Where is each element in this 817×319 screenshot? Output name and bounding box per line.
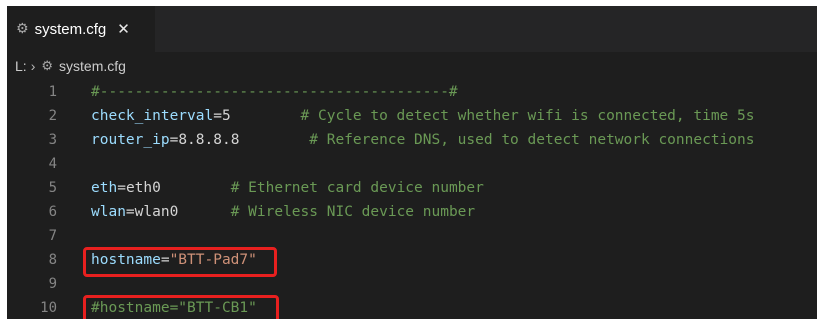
code-line[interactable]: 7 [7,224,817,248]
code-editor[interactable]: 1 #--------------------------------------… [7,80,817,319]
breadcrumb-file[interactable]: system.cfg [59,58,126,74]
editor-window: ⚙ system.cfg ✕ L: › ⚙ system.cfg 1 #-----… [7,6,817,319]
line-number: 5 [48,180,57,196]
padding [239,132,309,148]
line-code: router_ip=8.8.8.8 # Reference DNS, used … [91,128,754,152]
breadcrumb-drive[interactable]: L: [15,58,27,74]
line-number: 2 [48,108,57,124]
config-value: eth0 [125,180,161,196]
gear-icon: ⚙ [41,58,54,73]
line-number: 10 [40,300,57,316]
line-number: 1 [48,84,57,100]
line-number: 4 [48,156,57,172]
config-key: router_ip [91,132,170,148]
code-line[interactable]: 4 [7,152,817,176]
breadcrumb: L: › ⚙ system.cfg [7,52,817,80]
comment-text: # Ethernet card device number [230,180,484,196]
tab-bar: ⚙ system.cfg ✕ [7,6,817,52]
code-line[interactable]: 1 #--------------------------------------… [7,80,817,104]
line-number: 6 [48,204,57,220]
padding [231,108,301,124]
comment-text: # Reference DNS, used to detect network … [309,132,755,148]
chevron-right-icon: › [30,58,36,74]
line-code: wlan=wlan0 # Wireless NIC device number [91,200,475,224]
tab-label: system.cfg [34,20,107,38]
config-value: 8.8.8.8 [178,132,240,148]
tab-system-cfg[interactable]: ⚙ system.cfg ✕ [7,6,155,52]
line-number: 8 [48,252,57,268]
config-value: wlan0 [134,204,179,220]
highlight-box-hostname [83,247,277,277]
padding [178,204,230,220]
highlight-box-commented-hostname [83,295,279,319]
config-key: check_interval [91,108,214,124]
code-line[interactable]: 6 wlan=wlan0 # Wireless NIC device number [7,200,817,224]
line-code: check_interval=5 # Cycle to detect wheth… [91,104,754,128]
config-key: eth [91,180,118,196]
equals-sign: = [169,132,179,148]
gear-icon: ⚙ [16,21,29,37]
comment-text: # Wireless NIC device number [230,204,476,220]
comment-text: # Cycle to detect whether wifi is connec… [300,108,755,124]
line-code: eth=eth0 # Ethernet card device number [91,176,484,200]
code-line[interactable]: 5 eth=eth0 # Ethernet card device number [7,176,817,200]
line-number: 9 [48,276,57,292]
comment-text: #---------------------------------------… [91,84,458,100]
line-number: 3 [48,132,57,148]
close-icon[interactable]: ✕ [117,20,130,38]
equals-sign: = [125,204,135,220]
equals-sign: = [117,180,126,196]
code-line[interactable]: 3 router_ip=8.8.8.8 # Reference DNS, used… [7,128,817,152]
line-code: #---------------------------------------… [91,80,458,104]
padding [161,180,231,196]
line-number: 7 [48,228,57,244]
code-line[interactable]: 2 check_interval=5 # Cycle to detect whet… [7,104,817,128]
config-value: 5 [221,108,231,124]
config-key: wlan [91,204,126,220]
equals-sign: = [213,108,222,124]
